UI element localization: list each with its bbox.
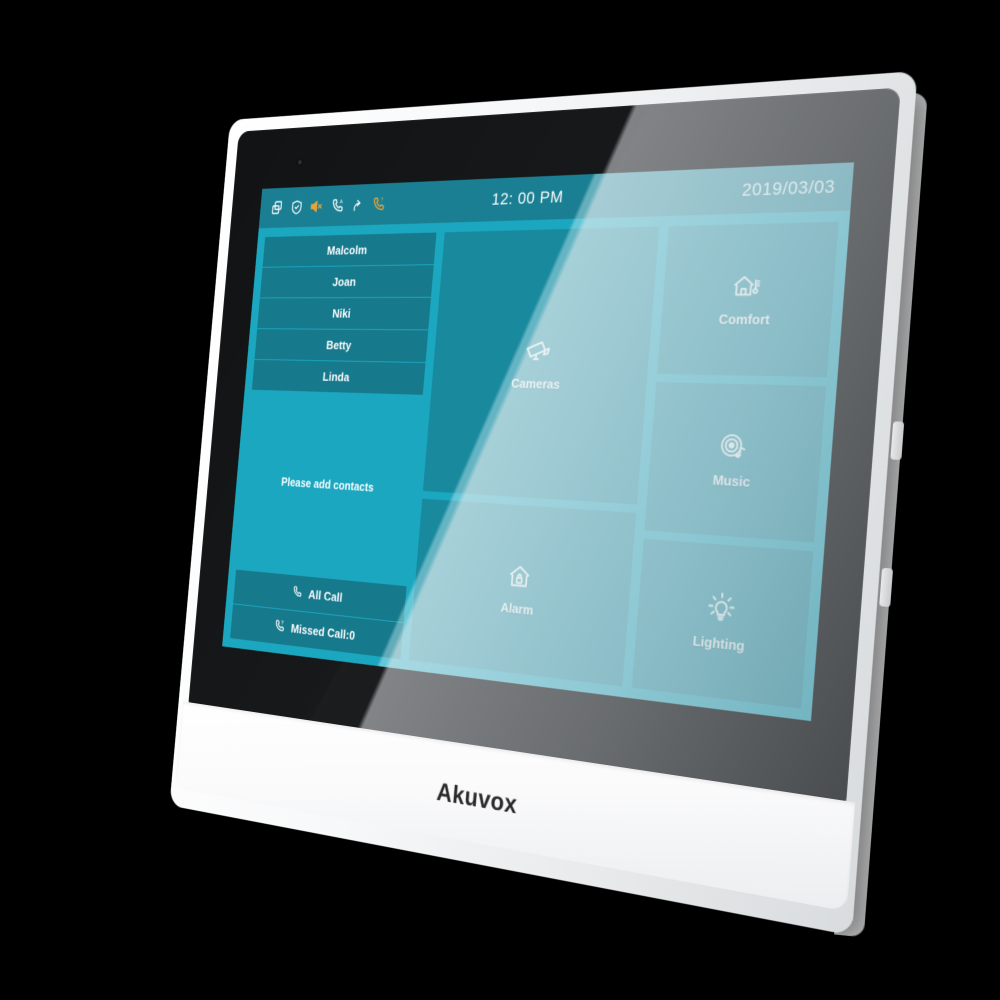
missed-call-label: Missed Call:0 xyxy=(290,621,356,643)
tile-label: Lighting xyxy=(692,632,746,654)
phone-missed-call-icon[interactable]: ? xyxy=(371,195,387,212)
status-bar-date: 2019/03/03 xyxy=(741,176,836,201)
list-item[interactable]: Niki xyxy=(257,297,431,331)
house-thermometer-icon xyxy=(730,272,763,303)
front-glass-panel: A ? 12: 00 PM 2019/03/03 Malcolm Joan Ni… xyxy=(188,87,901,804)
akuvox-indoor-monitor: A ? 12: 00 PM 2019/03/03 Malcolm Joan Ni… xyxy=(169,70,928,938)
svg-text:?: ? xyxy=(380,198,383,204)
all-call-label: All Call xyxy=(307,587,343,605)
shield-check-icon[interactable] xyxy=(290,199,304,216)
list-item[interactable]: Betty xyxy=(254,329,429,364)
contacts-panel: Malcolm Joan Niki Betty Linda Please add… xyxy=(230,232,437,660)
list-item[interactable]: Malcolm xyxy=(262,232,437,268)
lcd-screen: A ? 12: 00 PM 2019/03/03 Malcolm Joan Ni… xyxy=(222,162,855,722)
scene: A ? 12: 00 PM 2019/03/03 Malcolm Joan Ni… xyxy=(0,0,1000,1000)
phone-icon xyxy=(292,585,304,602)
tile-label: Comfort xyxy=(718,310,771,327)
phone-missed-icon: ? xyxy=(274,618,287,636)
speaker-mute-icon[interactable] xyxy=(309,198,325,215)
tile-alarm[interactable]: Alarm xyxy=(408,499,637,687)
tile-label: Music xyxy=(712,471,751,490)
vinyl-record-note-icon xyxy=(718,431,751,466)
contact-list: Malcolm Joan Niki Betty Linda xyxy=(251,232,437,395)
side-button-lower[interactable] xyxy=(879,567,894,608)
svg-text:?: ? xyxy=(281,620,284,625)
list-item[interactable]: Joan xyxy=(259,265,434,299)
front-sensor-dot xyxy=(297,159,302,165)
call-forward-icon[interactable] xyxy=(351,196,366,213)
tile-label: Cameras xyxy=(510,375,561,392)
tile-music[interactable]: Music xyxy=(644,382,827,543)
multi-window-icon[interactable] xyxy=(270,200,285,217)
home-screen-content: Malcolm Joan Niki Betty Linda Please add… xyxy=(222,210,851,722)
svg-text:A: A xyxy=(340,199,344,205)
light-bulb-icon xyxy=(706,590,737,628)
side-button-upper[interactable] xyxy=(890,421,905,461)
feature-tile-column: Comfort Music Lighting xyxy=(631,221,839,709)
status-icon-group: A ? xyxy=(270,195,387,216)
phone-auto-answer-icon[interactable]: A xyxy=(330,197,345,214)
add-contacts-hint: Please add contacts xyxy=(280,475,375,495)
tile-comfort[interactable]: Comfort xyxy=(657,221,839,378)
cctv-camera-icon xyxy=(522,336,555,369)
house-lock-icon xyxy=(506,561,533,594)
tile-lighting[interactable]: Lighting xyxy=(631,538,814,709)
status-bar: A ? 12: 00 PM 2019/03/03 xyxy=(258,162,855,229)
tile-cameras[interactable]: Cameras xyxy=(422,226,660,505)
brand-logo: Akuvox xyxy=(435,777,519,820)
call-action-group: All Call ? Missed Call:0 xyxy=(230,569,407,660)
